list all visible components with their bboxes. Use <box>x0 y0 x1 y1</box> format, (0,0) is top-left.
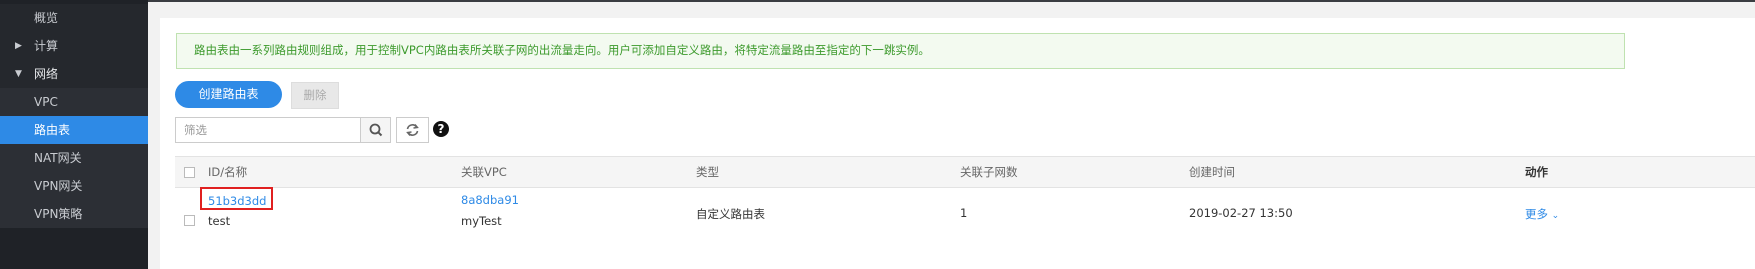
sidebar-item-nat-gateway[interactable]: NAT网关 <box>0 144 148 172</box>
delete-button[interactable]: 删除 <box>291 82 339 109</box>
vpc-name: myTest <box>461 214 502 228</box>
select-all-checkbox[interactable] <box>184 167 195 178</box>
sidebar-item-label: 计算 <box>34 39 59 53</box>
column-header-vpc[interactable]: 关联VPC <box>461 157 507 187</box>
sidebar-item-vpn-gateway[interactable]: VPN网关 <box>0 172 148 200</box>
refresh-button[interactable] <box>396 117 429 143</box>
sidebar-item-label: VPN策略 <box>34 207 83 221</box>
help-icon[interactable]: ? <box>433 121 449 137</box>
create-route-table-button[interactable]: 创建路由表 <box>175 81 282 108</box>
route-table-list: ID/名称 关联VPC 类型 关联子网数 创建时间 动作 51b3d3dd te… <box>175 156 1755 269</box>
search-icon <box>369 123 383 137</box>
vpc-id-link[interactable]: 8a8dba91 <box>461 193 519 207</box>
more-actions-button[interactable]: 更多 ⌄ <box>1525 206 1559 222</box>
subnet-count: 1 <box>960 206 968 220</box>
caret-down-icon: ▼ <box>15 69 22 79</box>
table-header: ID/名称 关联VPC 类型 关联子网数 创建时间 动作 <box>175 156 1755 188</box>
sidebar-item-label: VPC <box>34 95 58 109</box>
column-header-created[interactable]: 创建时间 <box>1189 157 1235 187</box>
more-actions-label: 更多 <box>1525 207 1548 221</box>
filter-input[interactable]: 筛选 <box>175 117 361 143</box>
column-header-action: 动作 <box>1525 165 1548 179</box>
row-checkbox[interactable] <box>184 215 195 226</box>
caret-right-icon: ▶ <box>15 41 22 51</box>
sidebar-item-vpn-policy[interactable]: VPN策略 <box>0 200 148 228</box>
sidebar-item-vpc[interactable]: VPC <box>0 88 148 116</box>
route-table-type: 自定义路由表 <box>696 207 765 221</box>
sidebar-item-label: VPN网关 <box>34 179 83 193</box>
column-header-type[interactable]: 类型 <box>696 157 719 187</box>
refresh-icon <box>406 124 419 136</box>
sidebar-item-compute[interactable]: ▶ 计算 <box>0 32 148 60</box>
created-time: 2019-02-27 13:50 <box>1189 206 1293 220</box>
sidebar-item-label: 概览 <box>34 11 59 25</box>
chevron-down-icon: ⌄ <box>1551 211 1560 221</box>
info-notice: 路由表由一系列路由规则组成，用于控制VPC内路由表所关联子网的出流量走向。用户可… <box>176 33 1625 69</box>
sidebar-item-network[interactable]: ▼ 网络 <box>0 60 148 88</box>
sidebar-item-label: NAT网关 <box>34 151 82 165</box>
sidebar: 概览 ▶ 计算 ▼ 网络 VPC 路由表 NAT网关 VPN网关 VPN策略 <box>0 0 148 269</box>
highlight-box <box>200 187 273 210</box>
route-table-name: test <box>208 214 231 228</box>
sidebar-item-overview[interactable]: 概览 <box>0 4 148 32</box>
search-button[interactable] <box>361 117 391 143</box>
main-panel: 路由表由一系列路由规则组成，用于控制VPC内路由表所关联子网的出流量走向。用户可… <box>160 18 1755 269</box>
column-header-id-name[interactable]: ID/名称 <box>208 157 247 187</box>
sidebar-item-route-table[interactable]: 路由表 <box>0 116 148 144</box>
sidebar-item-label: 路由表 <box>34 123 71 137</box>
top-bar <box>148 0 1755 2</box>
column-header-subnets[interactable]: 关联子网数 <box>960 157 1018 187</box>
sidebar-item-label: 网络 <box>34 67 59 81</box>
